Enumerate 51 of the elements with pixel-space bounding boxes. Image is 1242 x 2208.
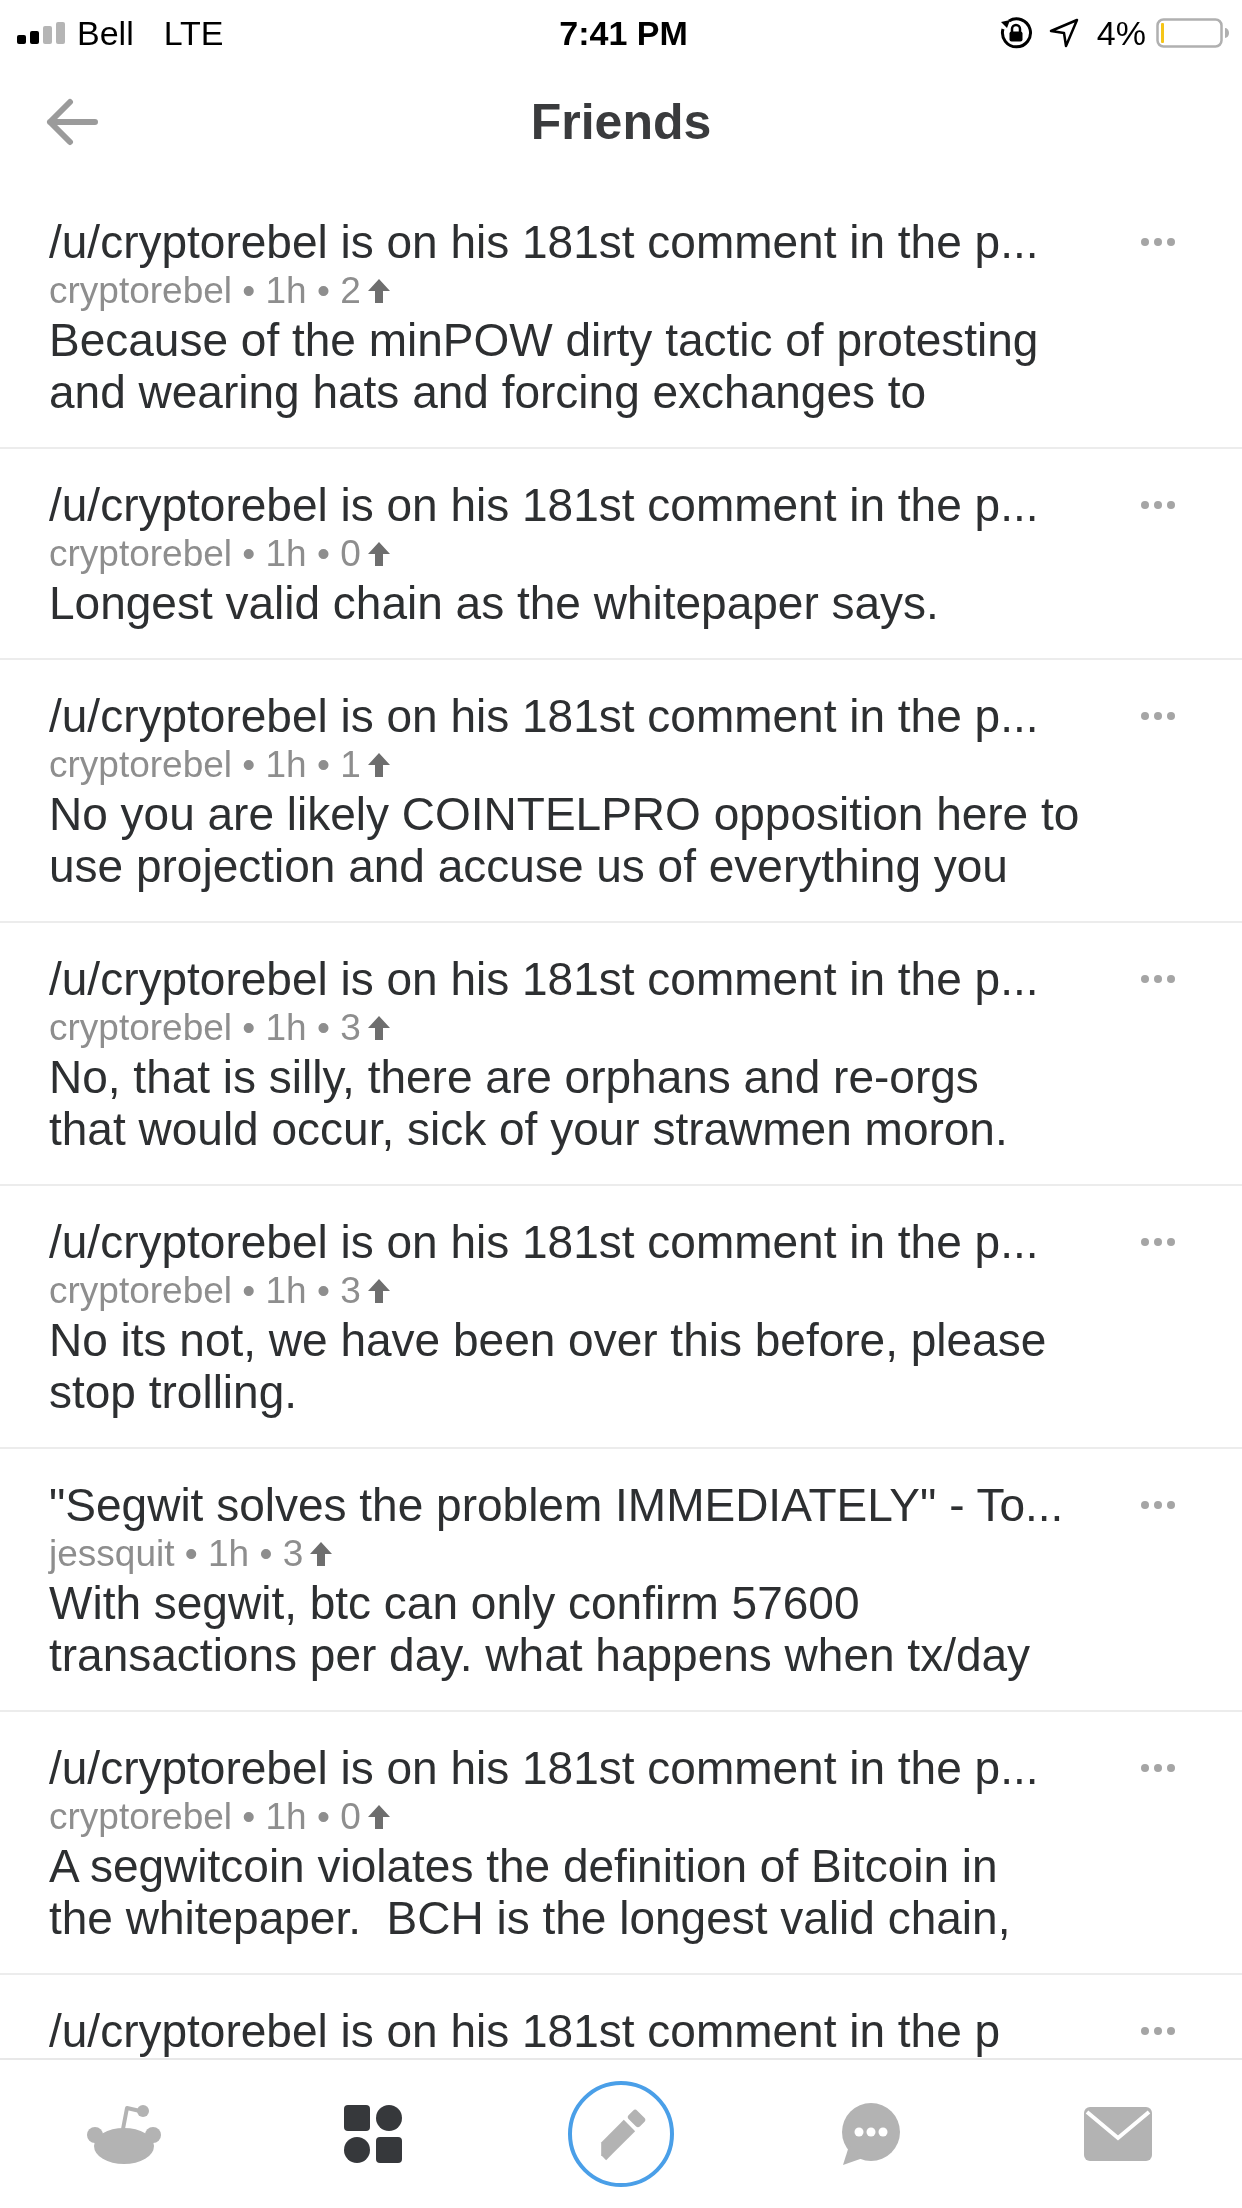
post-title[interactable]: /u/cryptorebel is on his 181st comment in the p... [49,1216,1039,1268]
ellipsis-icon[interactable] [1141,501,1175,509]
ellipsis-icon[interactable] [1141,1501,1175,1509]
ellipsis-icon[interactable] [1141,1764,1175,1772]
back-arrow-icon[interactable] [46,98,98,146]
ellipsis-icon[interactable] [1141,2027,1175,2035]
comment-text: No you are likely COINTELPRO opposition here to use projection and accuse us of everything you [49,788,1081,892]
comment-text: No its not, we have been over this before, please stop trolling. [49,1314,1048,1418]
comment-byline: cryptorebel • 1h • 3 [49,1006,361,1050]
ellipsis-icon[interactable] [1141,238,1175,246]
comment-text: Because of the minPOW dirty tactic of protesting and wearing hats and forcing exchanges to [49,314,1040,418]
post-title[interactable]: /u/cryptorebel is on his 181st comment in the p... [49,690,1039,742]
network-type: LTE [163,13,224,53]
post-title[interactable]: /u/cryptorebel is on his 181st comment in the p... [49,216,1039,268]
page-title: Friends [530,93,712,152]
clock-time: 7:41 PM [559,13,688,53]
envelope-icon[interactable] [1083,2107,1152,2161]
comment-byline: cryptorebel • 1h • 0 [49,532,361,576]
comment-text: Longest valid chain as the whitepaper says. [49,577,940,629]
battery-icon [1156,18,1230,48]
up-arrow-icon [367,753,390,777]
up-arrow-icon [310,1542,333,1566]
comment-byline: cryptorebel • 1h • 1 [49,743,361,787]
rotation-lock-icon [998,16,1033,50]
post-title[interactable]: /u/cryptorebel is on his 181st comment in the p... [49,1742,1039,1794]
post-title[interactable]: /u/cryptorebel is on his 181st comment in the p [49,2005,1001,2057]
comment-byline: cryptorebel • 1h • 2 [49,269,361,313]
pencil-icon[interactable] [567,2080,675,2188]
signal-icon [17,22,65,44]
ellipsis-icon[interactable] [1141,975,1175,983]
alien-head-icon[interactable] [86,2103,163,2165]
comment-byline: cryptorebel • 1h • 0 [49,1795,361,1839]
up-arrow-icon [367,279,390,303]
up-arrow-icon [367,1279,390,1303]
comment-text: With segwit, btc can only confirm 57600 transactions per day. what happens when tx/day [49,1577,1032,1681]
post-title[interactable]: /u/cryptorebel is on his 181st comment in the p... [49,953,1039,1005]
grid-icon[interactable] [343,2105,402,2163]
comment-text: No, that is silly, there are orphans and re-orgs that would occur, sick of your strawmen moron. [49,1051,1009,1155]
up-arrow-icon [367,1805,390,1829]
location-arrow-icon [1048,18,1079,48]
battery-percent: 4% [1096,13,1146,53]
comment-byline: cryptorebel • 1h • 3 [49,1269,361,1313]
up-arrow-icon [367,542,390,566]
carrier-name: Bell [77,13,134,53]
post-title[interactable]: "Segwit solves the problem IMMEDIATELY" - To... [49,1479,1064,1531]
comment-text: A segwitcoin violates the definition of Bitcoin in the whitepaper. BCH is the longest valid chain, [49,1840,1012,1944]
ellipsis-icon[interactable] [1141,1238,1175,1246]
up-arrow-icon [367,1016,390,1040]
comment-byline: jessquit • 1h • 3 [49,1532,304,1576]
post-title[interactable]: /u/cryptorebel is on his 181st comment in the p... [49,479,1039,531]
ellipsis-icon[interactable] [1141,712,1175,720]
